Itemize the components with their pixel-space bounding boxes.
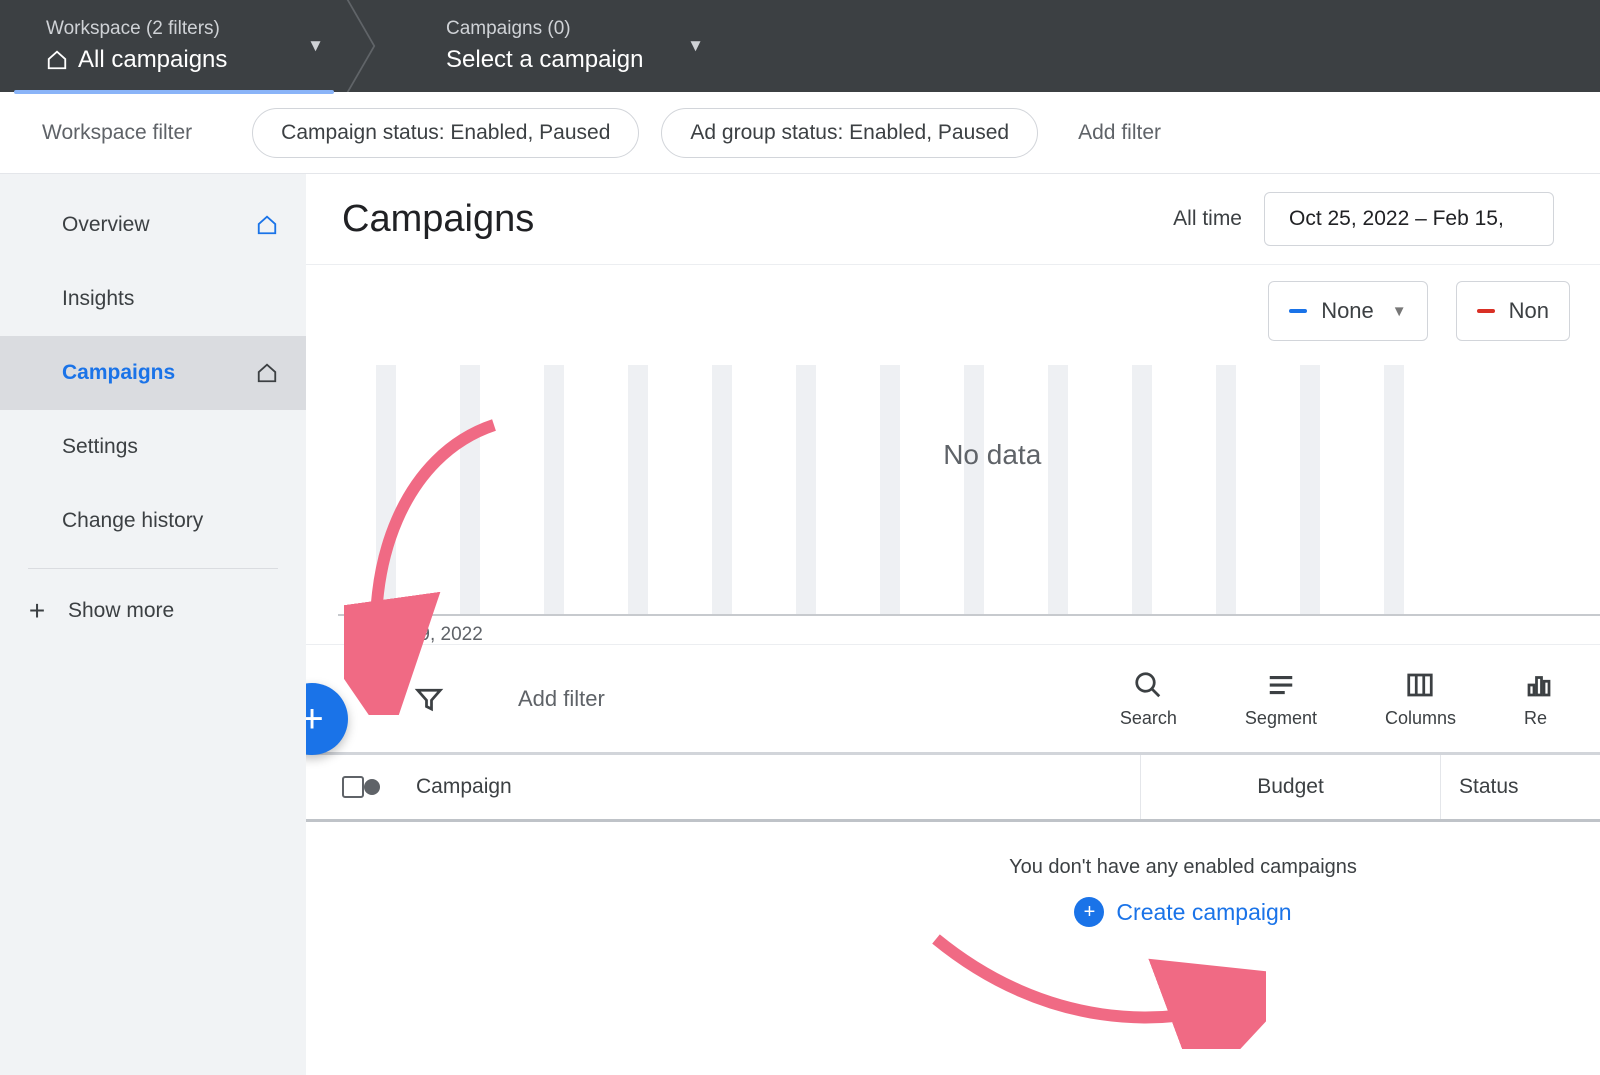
empty-message: You don't have any enabled campaigns [1009, 856, 1357, 879]
crumb-campaign-label: Select a campaign [446, 46, 643, 74]
chevron-down-icon: ▼ [1392, 303, 1407, 320]
annotation-arrow [926, 929, 1266, 1049]
filter-chip-adgroup-status[interactable]: Ad group status: Enabled, Paused [661, 108, 1038, 158]
search-button[interactable]: Search [1120, 668, 1177, 729]
crumb-workspace-label: All campaigns [78, 46, 227, 74]
crumb-workspace-sup: Workspace (2 filters) [46, 18, 332, 40]
tool-label: Re [1524, 708, 1547, 729]
main: Overview Insights Campaigns Settings Cha… [0, 174, 1600, 1075]
select-all-checkbox[interactable] [342, 776, 364, 798]
tool-label: Search [1120, 708, 1177, 729]
chart-axis-date: Oct 29, 2022 [374, 624, 483, 646]
chevron-down-icon[interactable]: ▼ [687, 36, 704, 56]
series-indicator-blue [1289, 309, 1307, 313]
sidebar-item-label: Overview [62, 213, 150, 237]
metric-selector-1[interactable]: None ▼ [1268, 281, 1427, 341]
loading-indicator [14, 90, 334, 94]
sidebar-item-campaigns[interactable]: Campaigns [0, 336, 306, 410]
filter-bar: Workspace filter Campaign status: Enable… [0, 92, 1600, 174]
column-header-budget[interactable]: Budget [1140, 755, 1440, 819]
sidebar-item-label: Campaigns [62, 361, 175, 385]
chart-area: None ▼ Non No data Oct 29, 2022 + [306, 264, 1600, 644]
reports-button[interactable]: Re [1524, 668, 1564, 729]
crumb-workspace[interactable]: Workspace (2 filters) All campaigns ▼ [0, 0, 360, 92]
create-campaign-label: Create campaign [1116, 899, 1291, 926]
plus-circle-icon: + [1074, 897, 1104, 927]
column-header-status[interactable]: Status [1440, 755, 1580, 819]
home-icon [256, 214, 278, 236]
table-toolbar: Add filter Search Segment [306, 644, 1600, 752]
chart-axis-line [338, 614, 1600, 616]
empty-state: You don't have any enabled campaigns + C… [306, 822, 1600, 927]
show-more-button[interactable]: + Show more [0, 575, 306, 647]
search-icon [1133, 668, 1163, 702]
tool-label: Columns [1385, 708, 1456, 729]
crumb-campaign[interactable]: Campaigns (0) Select a campaign ▼ [400, 0, 740, 92]
sidebar-item-overview[interactable]: Overview [0, 188, 306, 262]
columns-button[interactable]: Columns [1385, 668, 1456, 729]
filterbar-label: Workspace filter [42, 121, 192, 145]
columns-icon [1405, 668, 1435, 702]
plus-icon: + [24, 595, 50, 627]
add-filter-button[interactable]: Add filter [518, 686, 605, 712]
segment-button[interactable]: Segment [1245, 668, 1317, 729]
tool-label: Segment [1245, 708, 1317, 729]
plus-icon: + [306, 697, 324, 742]
crumb-campaign-sup: Campaigns (0) [446, 18, 712, 40]
sidebar-item-settings[interactable]: Settings [0, 410, 306, 484]
sidebar-separator [28, 568, 278, 569]
create-campaign-link[interactable]: + Create campaign [1074, 897, 1291, 927]
sidebar-item-label: Settings [62, 435, 138, 459]
sidebar-item-label: Change history [62, 509, 203, 533]
chart-bars [376, 365, 1600, 614]
sidebar-item-change-history[interactable]: Change history [0, 484, 306, 558]
chevron-down-icon[interactable]: ▼ [307, 36, 324, 56]
add-filter-link[interactable]: Add filter [1078, 121, 1161, 145]
metric-label: Non [1509, 298, 1549, 324]
status-column-header[interactable] [364, 779, 380, 795]
reports-icon [1524, 668, 1554, 702]
home-icon [256, 362, 278, 384]
metric-label: None [1321, 298, 1374, 324]
breadcrumb-bar: Workspace (2 filters) All campaigns ▼ Ca… [0, 0, 1600, 92]
date-range-picker[interactable]: Oct 25, 2022 – Feb 15, [1264, 192, 1554, 246]
no-data-label: No data [943, 439, 1041, 471]
filter-chip-campaign-status[interactable]: Campaign status: Enabled, Paused [252, 108, 639, 158]
crumb-divider [360, 0, 400, 92]
home-icon [46, 49, 68, 71]
filter-icon[interactable] [414, 684, 444, 714]
content: Campaigns All time Oct 25, 2022 – Feb 15… [306, 174, 1600, 1075]
segment-icon [1266, 668, 1296, 702]
page-title: Campaigns [342, 198, 534, 241]
sidebar: Overview Insights Campaigns Settings Cha… [0, 174, 306, 1075]
table-header: Campaign Budget Status [306, 752, 1600, 822]
show-more-label: Show more [68, 599, 174, 623]
sidebar-item-label: Insights [62, 287, 134, 311]
date-prefix: All time [1173, 207, 1242, 231]
column-header-campaign[interactable]: Campaign [380, 775, 1140, 799]
content-header: Campaigns All time Oct 25, 2022 – Feb 15… [306, 174, 1600, 264]
metric-selector-2[interactable]: Non [1456, 281, 1570, 341]
series-indicator-red [1477, 309, 1495, 313]
sidebar-item-insights[interactable]: Insights [0, 262, 306, 336]
